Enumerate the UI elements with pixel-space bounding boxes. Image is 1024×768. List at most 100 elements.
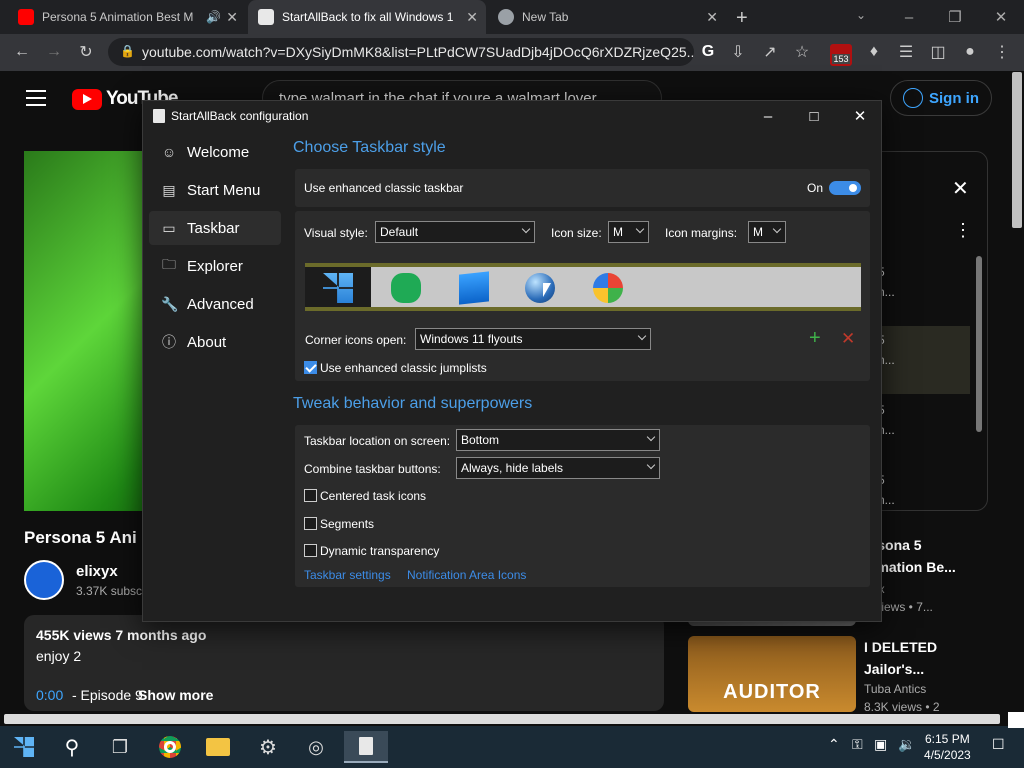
combine-buttons-value: Always, hide labels	[461, 461, 564, 475]
page-horizontal-scrollbar[interactable]	[4, 714, 1000, 724]
tray-overflow-chevron-icon[interactable]: ⌃	[828, 736, 840, 753]
side-panel-icon[interactable]: ◫	[924, 38, 952, 66]
dialog-minimize-icon[interactable]: –	[745, 101, 791, 131]
search-icon[interactable]: ⚲	[56, 731, 88, 763]
dynamic-transparency-checkbox[interactable]	[304, 544, 317, 557]
close-tab-icon[interactable]: ✕	[706, 9, 718, 26]
tab-search-chevron-icon[interactable]: ⌄	[856, 8, 866, 22]
close-tab-icon[interactable]: ✕	[226, 9, 238, 26]
dialog-maximize-icon[interactable]: □	[791, 101, 837, 131]
panel-scrollbar[interactable]	[976, 256, 982, 432]
nav-advanced[interactable]: 🔧 Advanced	[149, 287, 281, 321]
settings-gear-icon[interactable]: ⚙	[252, 731, 284, 763]
share-icon[interactable]: ↗	[756, 38, 784, 66]
windows10-start-icon[interactable]	[459, 271, 489, 305]
green-start-icon[interactable]	[391, 273, 421, 303]
episode-text: - Episode 9	[72, 687, 143, 703]
corner-icons-value: Windows 11 flyouts	[420, 332, 523, 346]
visual-style-label: Visual style:	[304, 226, 368, 240]
nav-welcome[interactable]: ☺ Welcome	[149, 135, 281, 169]
chevron-down-icon	[635, 224, 645, 234]
enhanced-taskbar-toggle[interactable]	[829, 181, 861, 195]
timestamp-link[interactable]: 0:00	[36, 687, 63, 703]
tab-new-tab[interactable]: New Tab ✕	[488, 0, 726, 34]
youtube-favicon-icon	[18, 9, 34, 25]
minimize-icon[interactable]: –	[886, 0, 932, 34]
taskbar-settings-link[interactable]: Taskbar settings	[304, 568, 391, 582]
extensions-puzzle-icon[interactable]: ♦	[860, 38, 888, 66]
sign-in-button[interactable]: Sign in	[890, 80, 992, 116]
reload-icon[interactable]: ↻	[72, 38, 100, 66]
document-favicon-icon	[258, 9, 274, 25]
windows-start-icon[interactable]	[8, 731, 40, 763]
nav-explorer[interactable]: 🗀 Explorer	[149, 249, 281, 283]
thumb-text: AUDITOR	[723, 681, 821, 703]
nav-label: Explorer	[187, 257, 243, 275]
nav-label: About	[187, 333, 227, 351]
audio-icon[interactable]: 🔊	[206, 10, 221, 24]
remove-icon[interactable]: ✕	[841, 329, 855, 349]
notification-area-icons-link[interactable]: Notification Area Icons	[407, 568, 526, 582]
hamburger-menu-icon[interactable]	[26, 90, 46, 106]
file-explorer-icon[interactable]	[202, 731, 234, 763]
profile-icon[interactable]: ●	[956, 38, 984, 66]
notifications-icon[interactable]: ☐	[992, 736, 1005, 753]
close-panel-icon[interactable]: ✕	[952, 176, 969, 201]
icon-margins-select[interactable]: M	[748, 221, 786, 243]
close-window-icon[interactable]: ✕	[978, 0, 1024, 34]
tab-youtube[interactable]: Persona 5 Animation Best M 🔊 ✕	[8, 0, 246, 34]
jumplists-checkbox[interactable]	[304, 361, 317, 374]
volume-icon[interactable]: 🔉	[898, 736, 915, 753]
visual-style-select[interactable]: Default	[375, 221, 535, 243]
extension-badge[interactable]: 153	[830, 44, 852, 66]
mouse-cursor-icon	[543, 283, 551, 297]
rec-thumbnail[interactable]: AUDITOR	[688, 636, 856, 712]
microphone-icon[interactable]: ⚿	[852, 736, 863, 753]
nav-taskbar[interactable]: ▭ Taskbar	[149, 211, 281, 245]
nav-label: Start Menu	[187, 181, 261, 199]
media-control-icon[interactable]: ☰	[892, 38, 920, 66]
visual-style-value: Default	[380, 225, 419, 239]
nav-about[interactable]: ⓘ About	[149, 325, 281, 359]
clock-date: 4/5/2023	[924, 748, 971, 762]
google-lens-icon[interactable]: G	[694, 38, 722, 66]
corner-icons-select[interactable]: Windows 11 flyouts	[415, 328, 651, 350]
icon-size-select[interactable]: M	[608, 221, 649, 243]
show-more-button[interactable]: Show more	[138, 687, 213, 703]
panel-menu-icon[interactable]: ⋮	[954, 220, 972, 241]
restore-icon[interactable]: ❐	[932, 0, 978, 34]
segments-checkbox[interactable]	[304, 517, 317, 530]
address-bar[interactable]: 🔒 youtube.com/watch?v=DXySiyDmMK8&list=P…	[108, 38, 694, 66]
combine-buttons-select[interactable]: Always, hide labels	[456, 457, 660, 479]
chrome-icon[interactable]	[154, 731, 186, 763]
view-count: 455K views 7 months ago	[36, 627, 207, 643]
channel-avatar[interactable]	[24, 560, 64, 600]
obs-icon[interactable]: ◎	[300, 731, 332, 763]
task-view-icon[interactable]: ❐	[104, 731, 136, 763]
network-icon[interactable]: ▣	[874, 736, 887, 753]
close-tab-icon[interactable]: ✕	[466, 9, 478, 26]
add-icon[interactable]: +	[809, 327, 821, 350]
youtube-play-icon	[72, 88, 102, 110]
vista-orb-icon[interactable]	[593, 273, 623, 303]
bookmark-star-icon[interactable]: ☆	[788, 38, 816, 66]
dynamic-transparency-label: Dynamic transparency	[320, 544, 440, 558]
page-vertical-scrollbar[interactable]	[1012, 72, 1022, 228]
rec-title[interactable]: I DELETED Jailor's...	[864, 636, 937, 680]
startallback-taskbar-icon[interactable]	[344, 731, 388, 763]
new-tab-icon[interactable]: +	[736, 7, 748, 30]
tab-startallback[interactable]: StartAllBack to fix all Windows 1 ✕	[248, 0, 486, 34]
channel-name[interactable]: elixyx	[76, 563, 118, 580]
taskbar-location-select[interactable]: Bottom	[456, 429, 660, 451]
menu-kebab-icon[interactable]: ⋮	[988, 38, 1016, 66]
folder-icon: 🗀	[162, 256, 176, 272]
forward-icon[interactable]: →	[40, 38, 68, 66]
install-icon[interactable]: ⇩	[724, 38, 752, 66]
centered-icons-checkbox[interactable]	[304, 489, 317, 502]
back-icon[interactable]: ←	[8, 38, 36, 66]
dialog-close-icon[interactable]: ✕	[837, 101, 883, 131]
wrench-icon: 🔧	[161, 295, 179, 312]
info-icon: ⓘ	[162, 334, 176, 350]
nav-start-menu[interactable]: ▤ Start Menu	[149, 173, 281, 207]
system-clock[interactable]: 6:15 PM 4/5/2023	[924, 731, 971, 763]
